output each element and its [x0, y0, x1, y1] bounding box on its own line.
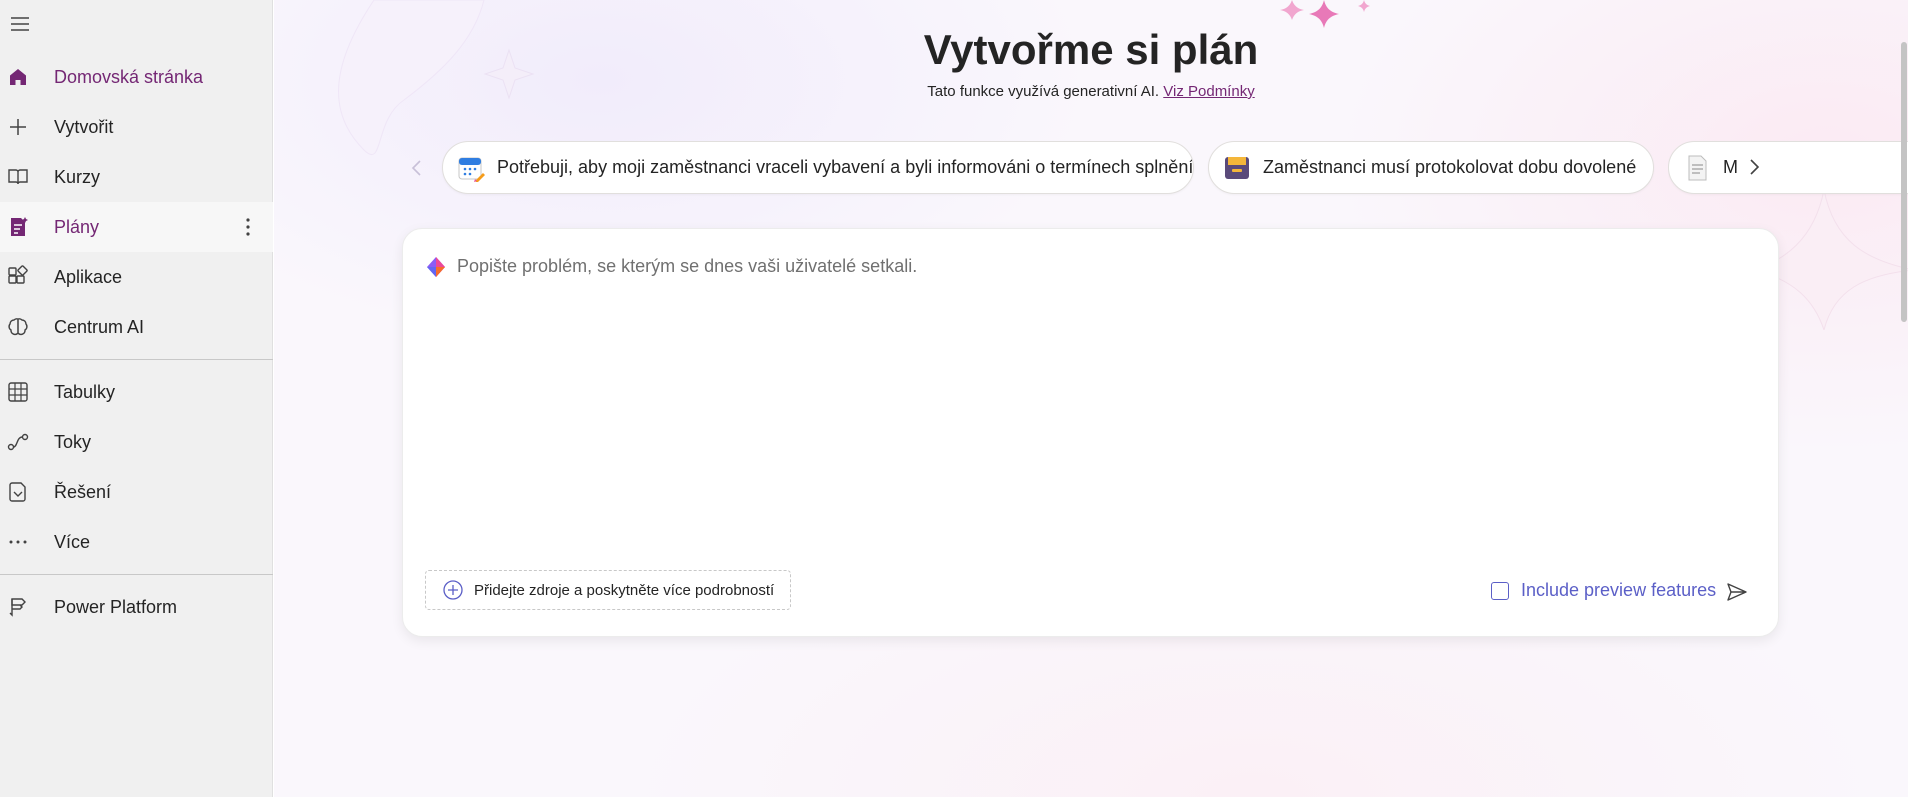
more-options-icon[interactable]	[236, 215, 260, 239]
suggestion-chip[interactable]: M	[1668, 141, 1908, 194]
sidebar-item-apps[interactable]: Aplikace	[0, 252, 273, 302]
sidebar-item-courses[interactable]: Kurzy	[0, 152, 273, 202]
prompt-input[interactable]	[457, 253, 1747, 279]
sidebar-divider	[0, 574, 273, 575]
sidebar-item-more[interactable]: Více	[0, 517, 273, 567]
document-icon	[1688, 155, 1707, 180]
sidebar-item-solutions[interactable]: Řešení	[0, 467, 273, 517]
sidebar-divider	[0, 359, 273, 360]
sidebar-item-label: Kurzy	[54, 166, 101, 187]
page-title: Vytvořme si plán	[923, 26, 1259, 73]
sidebar-item-label: Více	[54, 531, 91, 552]
sidebar-item-create[interactable]: Vytvořit	[0, 102, 273, 152]
copilot-icon	[427, 257, 445, 277]
sidebar-item-label: Tabulky	[54, 381, 116, 402]
sidebar-item-power-platform[interactable]: Power Platform	[0, 582, 273, 632]
scrollbar[interactable]	[1900, 0, 1908, 797]
preview-features-toggle[interactable]: Include preview features	[1491, 580, 1716, 601]
page-subtitle: Tato funkce využívá generativní AI. Viz …	[274, 83, 1908, 100]
plus-icon	[10, 119, 26, 135]
sidebar-item-label: Centrum AI	[54, 316, 145, 337]
ellipsis-icon	[9, 540, 27, 544]
sidebar-item-label: Toky	[54, 431, 92, 452]
home-icon	[10, 69, 26, 85]
ai-brain-icon	[8, 318, 28, 336]
carousel-prev-icon[interactable]	[409, 156, 425, 180]
flow-icon	[7, 433, 29, 451]
sidebar-item-label: Vytvořit	[54, 116, 114, 137]
sidebar-item-home[interactable]: Domovská stránka	[0, 52, 273, 102]
add-sources-label: Přidejte zdroje a poskytněte více podrob…	[474, 581, 775, 599]
apps-icon	[8, 265, 28, 284]
sidebar-item-plans[interactable]: Plány	[0, 202, 273, 252]
sidebar: Domovská stránka Vytvořit Kurzy Plány Ap…	[0, 0, 273, 797]
terms-link[interactable]: Viz Podmínky	[1163, 83, 1254, 100]
hamburger-menu-icon[interactable]	[8, 12, 32, 36]
preview-checkbox[interactable]	[1491, 581, 1509, 600]
main-content: Vytvořme si plán Tato funkce využívá gen…	[274, 0, 1908, 797]
add-circle-icon	[443, 580, 463, 600]
suggestion-label: M	[1723, 157, 1738, 177]
table-icon	[8, 382, 28, 402]
book-icon	[8, 169, 28, 185]
power-platform-icon	[9, 598, 26, 617]
solution-icon	[9, 482, 26, 502]
suggestion-chip[interactable]: Zaměstnanci musí protokolovat dobu dovol…	[1208, 141, 1654, 194]
suggestion-chip-clip: M	[1668, 130, 1908, 205]
sidebar-item-label: Aplikace	[54, 266, 123, 287]
calendar-icon	[458, 157, 485, 182]
carousel-next-icon[interactable]	[1746, 155, 1762, 179]
add-sources-button[interactable]: Přidejte zdroje a poskytněte více podrob…	[425, 570, 791, 610]
scrollbar-thumb[interactable]	[1901, 42, 1907, 322]
sidebar-item-ai-hub[interactable]: Centrum AI	[0, 302, 273, 352]
suggestion-label: Zaměstnanci musí protokolovat dobu dovol…	[1263, 157, 1637, 177]
prompt-card: Přidejte zdroje a poskytněte více podrob…	[402, 228, 1779, 637]
plan-icon	[11, 217, 28, 236]
preview-features-label: Include preview features	[1521, 580, 1717, 600]
sidebar-item-label: Řešení	[54, 481, 112, 502]
sidebar-item-label: Plány	[54, 216, 100, 237]
send-icon[interactable]	[1725, 580, 1749, 604]
sidebar-item-label: Power Platform	[54, 596, 178, 617]
box-icon	[1225, 156, 1249, 179]
subtitle-text: Tato funkce využívá generativní AI.	[927, 83, 1160, 100]
sidebar-item-flows[interactable]: Toky	[0, 417, 273, 467]
suggestion-chip[interactable]: Potřebuji, aby moji zaměstnanci vraceli …	[442, 141, 1194, 194]
sidebar-item-label: Domovská stránka	[54, 66, 204, 87]
sidebar-item-tables[interactable]: Tabulky	[0, 367, 273, 417]
suggestion-label: Potřebuji, aby moji zaměstnanci vraceli …	[497, 157, 1194, 177]
